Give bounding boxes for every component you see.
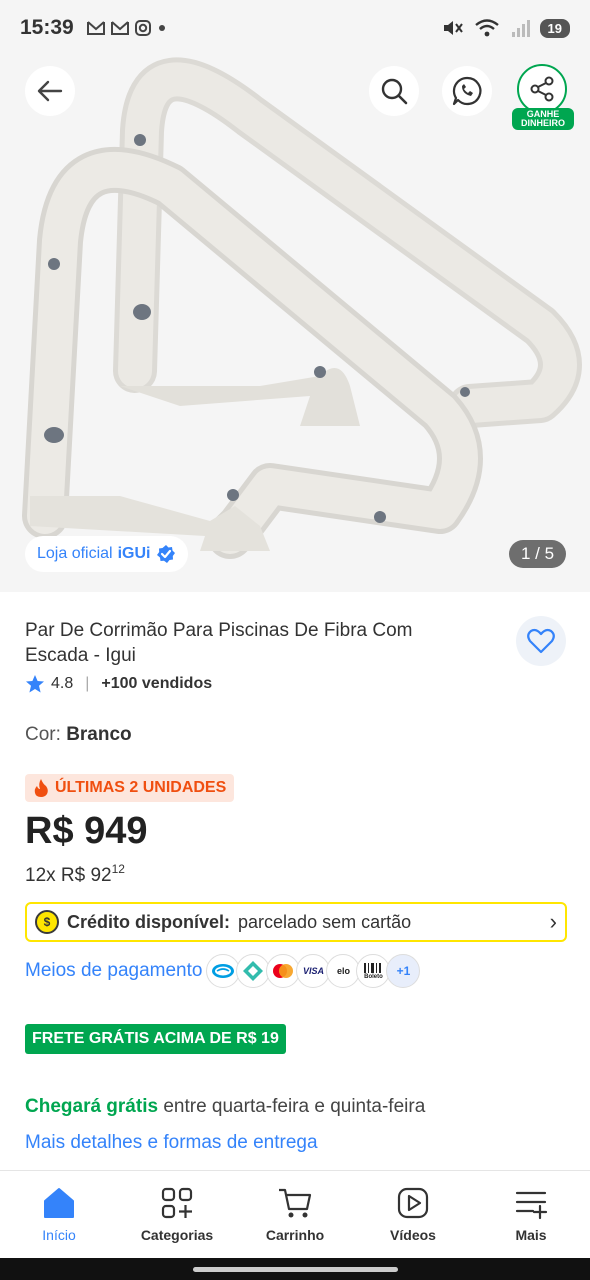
system-icons: 19 — [442, 18, 570, 38]
free-shipping-badge: FRETE GRÁTIS ACIMA DE R$ 19 — [25, 1024, 286, 1054]
mute-icon — [443, 21, 463, 35]
flame-icon — [34, 779, 48, 797]
image-counter: 1 / 5 — [509, 540, 567, 568]
credit-text: parcelado sem cartão — [238, 911, 412, 932]
gesture-handle[interactable] — [193, 1267, 398, 1272]
video-icon — [397, 1187, 429, 1219]
instagram-icon — [134, 20, 151, 36]
nav-label-categories: Categorias — [140, 1227, 214, 1243]
search-icon — [381, 78, 408, 105]
arrival-highlight: Chegará grátis — [25, 1096, 159, 1117]
favorite-button[interactable] — [516, 616, 566, 666]
nav-label-cart: Carrinho — [265, 1227, 325, 1243]
nav-label-home: Início — [42, 1227, 76, 1243]
mercado-pago-icon — [206, 954, 241, 988]
product-image-gallery[interactable]: GANHE DINHEIRO Loja oficial iGUi 1 / 5 — [0, 56, 590, 592]
nav-item-more[interactable]: Mais — [472, 1171, 590, 1258]
nav-item-videos[interactable]: Vídeos — [354, 1171, 472, 1258]
bottom-navigation: Início Categorias Carrinho Vídeos Mais — [0, 1170, 590, 1258]
nav-item-home[interactable]: Início — [0, 1171, 118, 1258]
sold-count: +100 vendidos — [101, 675, 213, 692]
share-earn-button[interactable]: GANHE DINHEIRO — [510, 64, 576, 130]
boleto-icon: Boleto — [356, 954, 391, 988]
mastercard-icon — [266, 954, 301, 988]
delivery-estimate: Chegará grátis entre quarta-feira e quin… — [25, 1096, 425, 1118]
payment-methods-row[interactable]: Meios de pagamento VISA elo Boleto +1 — [25, 954, 421, 988]
pix-icon — [236, 954, 271, 988]
installments: 12x R$ 9212 — [25, 862, 125, 887]
wifi-icon — [474, 19, 499, 37]
arrival-text: entre quarta-feira e quinta-feira — [163, 1096, 426, 1117]
nav-label-videos: Vídeos — [390, 1227, 436, 1243]
color-selector[interactable]: Cor: Branco — [25, 724, 132, 746]
menu-plus-icon — [515, 1191, 548, 1220]
installments-text: 12x R$ 92 — [25, 865, 112, 886]
battery-indicator: 19 — [539, 18, 570, 38]
gmail-icon — [86, 21, 105, 35]
verified-badge-icon — [156, 545, 175, 563]
share-icon — [530, 76, 554, 102]
arrow-left-icon — [37, 80, 63, 102]
search-button[interactable] — [369, 66, 419, 116]
store-prefix: Loja oficial — [37, 545, 113, 562]
star-icon — [26, 675, 44, 693]
home-icon — [44, 1188, 74, 1218]
product-title: Par De Corrimão Para Piscinas De Fibra C… — [25, 620, 413, 666]
product-image — [22, 57, 582, 559]
more-payment-methods[interactable]: +1 — [386, 954, 421, 988]
rating-separator: | — [85, 675, 90, 692]
payment-methods-link[interactable]: Meios de pagamento — [25, 960, 202, 982]
categories-icon — [161, 1187, 193, 1219]
whatsapp-icon — [452, 76, 482, 106]
elo-icon: elo — [326, 954, 361, 988]
status-time: 15:39 — [20, 16, 74, 39]
color-label: Cor: — [25, 724, 61, 745]
back-button[interactable] — [25, 66, 75, 116]
visa-icon: VISA — [296, 954, 331, 988]
delivery-details-link[interactable]: Mais detalhes e formas de entrega — [25, 1132, 318, 1154]
nav-label-more: Mais — [515, 1227, 547, 1243]
nav-item-cart[interactable]: Carrinho — [236, 1171, 354, 1258]
installments-cents: 12 — [111, 862, 125, 876]
chevron-right-icon: › — [549, 909, 557, 934]
color-value: Branco — [66, 724, 132, 745]
coin-icon: $ — [35, 910, 59, 934]
store-name: iGUi — [117, 545, 151, 562]
status-bar: 15:39 19 — [0, 0, 590, 56]
cart-icon — [279, 1188, 312, 1218]
whatsapp-share-button[interactable] — [442, 66, 492, 116]
system-gesture-bar — [0, 1258, 590, 1280]
official-store-link[interactable]: Loja oficial iGUi — [25, 536, 188, 572]
payment-icons: VISA elo Boleto +1 — [206, 954, 421, 988]
nav-item-categories[interactable]: Categorias — [118, 1171, 236, 1258]
boleto-text: Boleto — [364, 973, 383, 980]
notification-icons — [86, 19, 168, 37]
gmail-icon — [110, 21, 129, 35]
share-earn-badge: GANHE DINHEIRO — [512, 108, 574, 130]
credit-label: Crédito disponível: — [67, 911, 231, 932]
credit-offer-banner[interactable]: $ Crédito disponível: parcelado sem cart… — [25, 902, 567, 942]
dot-icon — [158, 25, 165, 31]
price: R$ 949 — [25, 810, 148, 852]
rating-row[interactable]: 4.8 | +100 vendidos — [25, 674, 212, 694]
stock-text: ÚLTIMAS 2 UNIDADES — [55, 779, 227, 796]
signal-icon — [511, 20, 530, 37]
heart-icon — [527, 628, 555, 654]
share-circle — [517, 64, 567, 114]
rating-value: 4.8 — [51, 675, 74, 692]
low-stock-badge: ÚLTIMAS 2 UNIDADES — [25, 774, 235, 802]
